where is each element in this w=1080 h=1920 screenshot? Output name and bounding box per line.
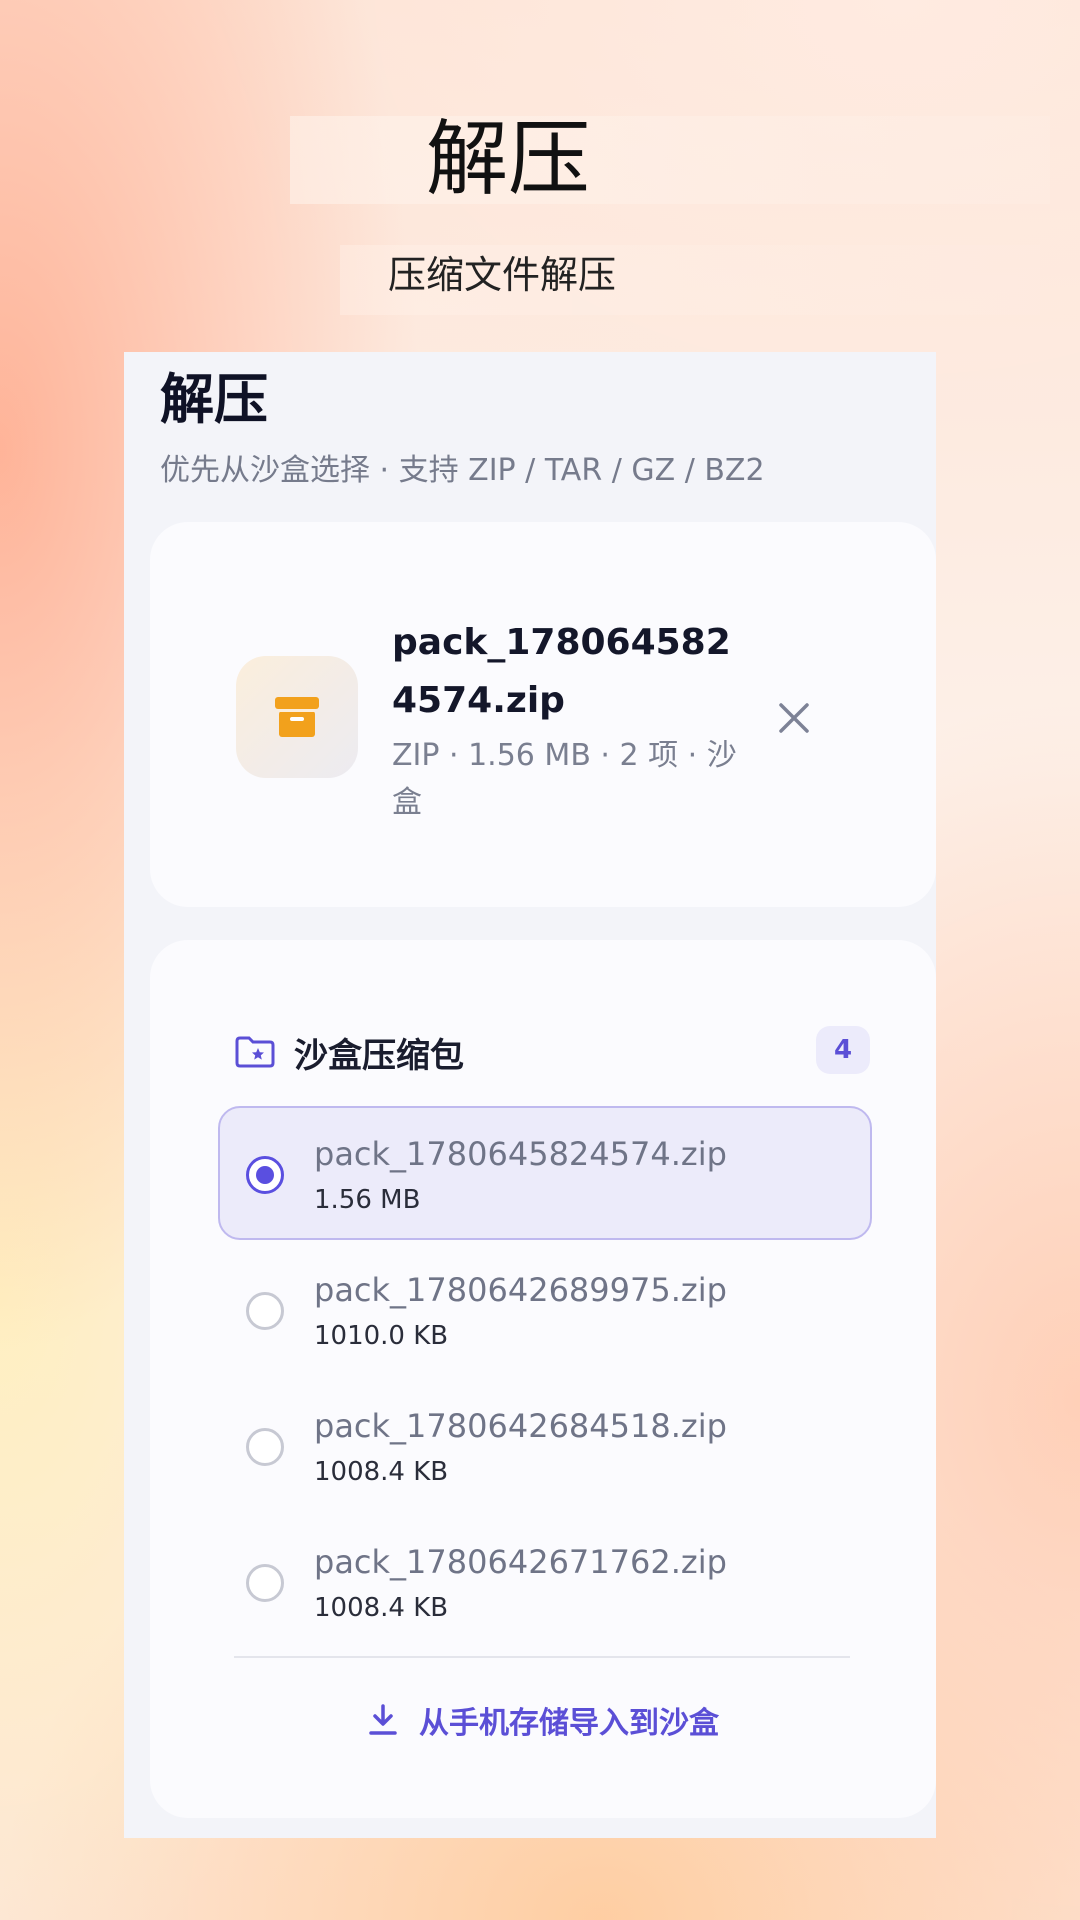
folder-star-icon [235,1036,275,1068]
archive-item-name: pack_1780645824574.zip [314,1135,727,1173]
clear-selection-button[interactable] [770,694,818,742]
hero-title: 解压 [290,116,1050,204]
radio-unselected[interactable] [246,1292,284,1330]
radio-unselected[interactable] [246,1428,284,1466]
archive-item[interactable]: pack_1780642689975.zip 1010.0 KB [218,1242,872,1376]
archive-item-name: pack_1780642684518.zip [314,1407,727,1445]
archive-item[interactable]: pack_1780642684518.zip 1008.4 KB [218,1378,872,1512]
hero-subtitle: 压缩文件解压 [340,245,1040,315]
count-badge: 4 [816,1026,870,1074]
sandbox-title: 沙盒压缩包 [294,1035,464,1076]
archive-item-size: 1008.4 KB [314,1593,449,1623]
archive-item-size: 1.56 MB [314,1185,421,1215]
selected-file-meta: ZIP · 1.56 MB · 2 项 · 沙盒 [392,738,737,820]
divider [234,1656,850,1658]
page-title: 解压 [160,368,268,431]
archive-item-size: 1008.4 KB [314,1457,449,1487]
archive-item[interactable]: pack_1780645824574.zip 1.56 MB [218,1106,872,1240]
close-icon [779,703,809,733]
archive-item[interactable]: pack_1780642671762.zip 1008.4 KB [218,1514,872,1648]
app-screen: 解压 优先从沙盒选择 · 支持 ZIP / TAR / GZ / BZ2 pac… [124,352,936,1838]
import-label: 从手机存储导入到沙盒 [419,1706,719,1741]
page-subtitle: 优先从沙盒选择 · 支持 ZIP / TAR / GZ / BZ2 [160,453,765,488]
sandbox-header: 沙盒压缩包 [234,1022,464,1082]
archive-item-size: 1010.0 KB [314,1321,449,1351]
selected-file-name: pack_1780645824574.zip [392,622,731,721]
download-icon [369,1704,397,1735]
sandbox-archive-card: 沙盒压缩包 4 pack_1780645824574.zip 1.56 MB p… [150,940,936,1818]
radio-selected[interactable] [246,1156,284,1194]
import-from-storage-button[interactable]: 从手机存储导入到沙盒 [150,1682,936,1758]
archive-item-name: pack_1780642671762.zip [314,1543,727,1581]
radio-unselected[interactable] [246,1564,284,1602]
selected-file-card: pack_1780645824574.zip ZIP · 1.56 MB · 2… [150,522,936,907]
archive-box-icon [236,656,358,778]
archive-item-name: pack_1780642689975.zip [314,1271,727,1309]
